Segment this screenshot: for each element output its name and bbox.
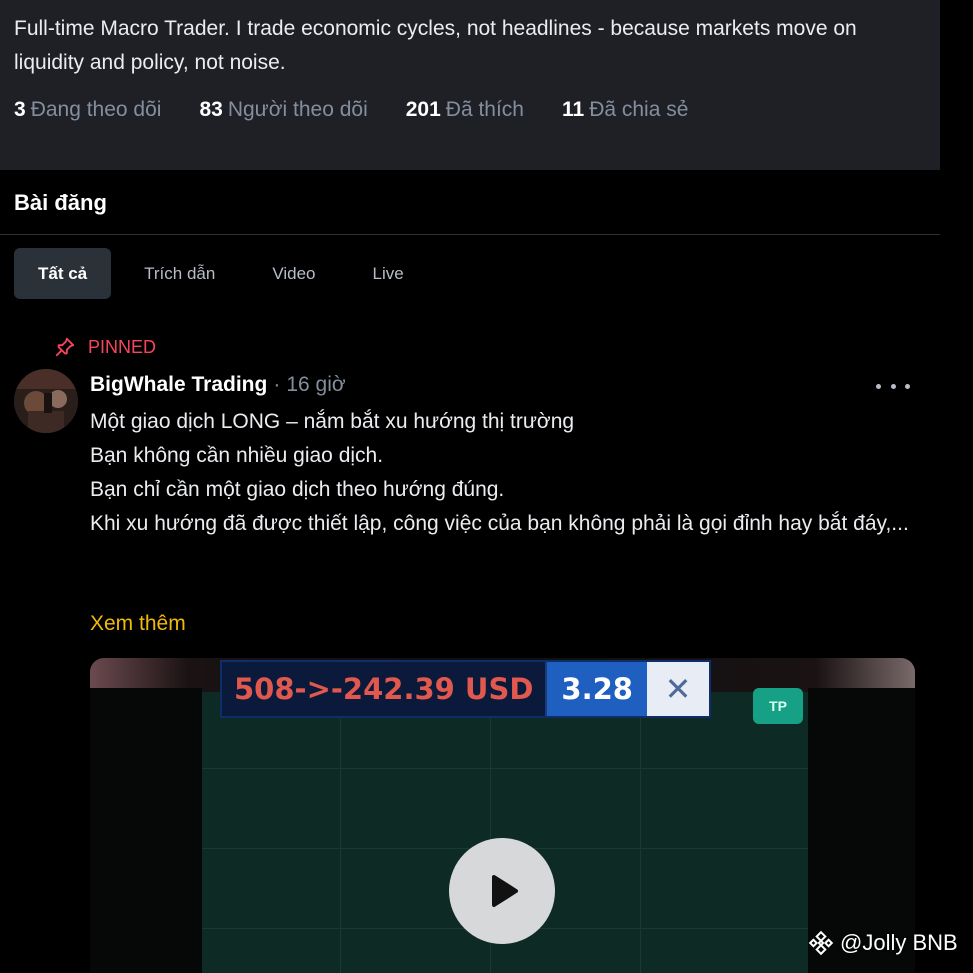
post-meta-separator: ·	[273, 373, 281, 396]
profile-header: Full-time Macro Trader. I trade economic…	[0, 0, 940, 170]
more-icon-dot	[890, 383, 896, 389]
more-icon-dot	[905, 383, 910, 389]
stat-followers-label: Người theo dõi	[227, 98, 368, 121]
profile-bio: Full-time Macro Trader. I trade economic…	[14, 17, 857, 74]
more-icon-dot	[876, 383, 881, 389]
stat-followers-count: 83	[199, 98, 223, 121]
post-line: Bạn không cần nhiều giao dịch.	[90, 444, 384, 467]
stat-followers[interactable]: 83 Người theo dõi	[199, 98, 367, 122]
stat-following-label: Đang theo dõi	[30, 98, 162, 121]
stat-likes-count: 201	[405, 98, 441, 121]
play-icon	[492, 875, 518, 907]
stat-following[interactable]: 3 Đang theo dõi	[14, 98, 161, 122]
chart-gridline	[202, 768, 808, 769]
post-line: Bạn chỉ cần một giao dịch theo hướng đún…	[90, 478, 505, 501]
watermark: @Jolly BNB	[808, 930, 958, 956]
pinned-label: PINNED	[88, 336, 157, 357]
trade-pnl-text: 508->-242.39 USD	[222, 662, 548, 716]
stat-likes-label: Đã thích	[445, 98, 524, 121]
pin-icon	[55, 337, 75, 357]
post-line: Khi xu hướng đã được thiết lập, công việ…	[90, 512, 909, 535]
post-line: Một giao dịch LONG – nắm bắt xu hướng th…	[90, 410, 575, 433]
more-options-button[interactable]	[876, 374, 910, 398]
tab-live[interactable]: Live	[349, 248, 428, 299]
post-filter-tabs: Tất cả Trích dẫn Video Live	[14, 248, 437, 299]
stat-following-count: 3	[14, 98, 26, 121]
stat-shares-count: 11	[562, 98, 585, 121]
binance-logo-icon	[808, 930, 834, 956]
stat-shares: 11 Đã chia sẻ	[562, 98, 688, 122]
stat-shares-label: Đã chia sẻ	[589, 98, 689, 121]
section-divider	[0, 234, 940, 235]
video-left-panel	[90, 688, 202, 973]
tp-badge: TP	[753, 688, 803, 724]
tab-video[interactable]: Video	[248, 248, 339, 299]
stat-likes: 201 Đã thích	[406, 98, 524, 122]
post-author-name[interactable]: BigWhale Trading	[90, 373, 267, 397]
chart-gridline	[640, 692, 641, 973]
chart-gridline	[340, 692, 341, 973]
avatar[interactable]	[14, 369, 78, 433]
trade-value-text: 3.28	[547, 662, 647, 716]
trade-overlay: 508->-242.39 USD 3.28 ✕	[220, 660, 711, 718]
play-button[interactable]	[449, 838, 555, 944]
posts-section-title: Bài đăng	[14, 190, 107, 215]
post-header: BigWhale Trading · 16 giờ	[90, 373, 346, 397]
watermark-text: @Jolly BNB	[840, 930, 958, 955]
see-more-link[interactable]: Xem thêm	[90, 612, 186, 636]
post-text: Một giao dịch LONG – nắm bắt xu hướng th…	[90, 405, 910, 541]
pinned-indicator: PINNED	[54, 336, 156, 358]
profile-stats: 3 Đang theo dõi 83 Người theo dõi 201 Đã th…	[14, 98, 726, 122]
close-icon: ✕	[646, 662, 709, 716]
tab-all[interactable]: Tất cả	[14, 248, 112, 299]
post-timestamp: 16 giờ	[286, 373, 346, 396]
tab-quotes[interactable]: Trích dẫn	[120, 248, 239, 299]
